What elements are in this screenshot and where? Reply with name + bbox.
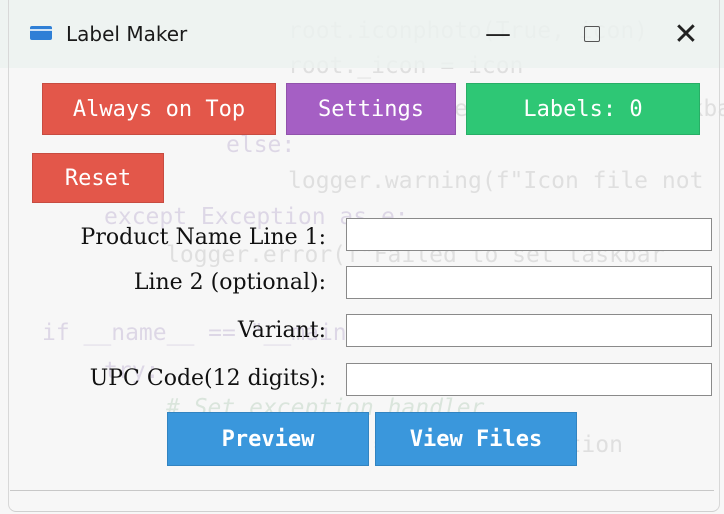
product-name-line1-label: Product Name Line 1: <box>80 225 326 250</box>
reset-button[interactable]: Reset <box>32 153 164 203</box>
product-name-line1-field[interactable] <box>346 218 712 251</box>
close-icon[interactable]: ✕ <box>664 14 708 54</box>
settings-button[interactable]: Settings <box>286 83 456 135</box>
window-title: Label Maker <box>66 22 188 46</box>
variant-field[interactable] <box>346 314 712 347</box>
maximize-icon[interactable] <box>570 14 614 54</box>
minimize-icon[interactable]: — <box>476 14 520 54</box>
always-on-top-button[interactable]: Always on Top <box>42 83 276 135</box>
preview-button[interactable]: Preview <box>167 412 369 466</box>
view-files-button[interactable]: View Files <box>375 412 577 466</box>
upc-code-field[interactable] <box>346 363 712 396</box>
title-bar[interactable]: Label Maker — ✕ <box>0 0 724 68</box>
window-app-icon <box>30 26 52 40</box>
label-maker-window: root.iconphoto(True, icon) root._icon = … <box>0 0 724 514</box>
line2-label: Line 2 (optional): <box>133 270 326 295</box>
code-line: else: <box>226 132 296 158</box>
bottom-divider <box>10 490 714 491</box>
line2-field[interactable] <box>346 266 712 299</box>
labels-count-button[interactable]: Labels: 0 <box>466 83 700 135</box>
variant-label: Variant: <box>237 318 326 343</box>
code-line: logger.warning(f"Icon file not <box>288 168 704 194</box>
upc-code-label: UPC Code(12 digits): <box>89 366 326 391</box>
